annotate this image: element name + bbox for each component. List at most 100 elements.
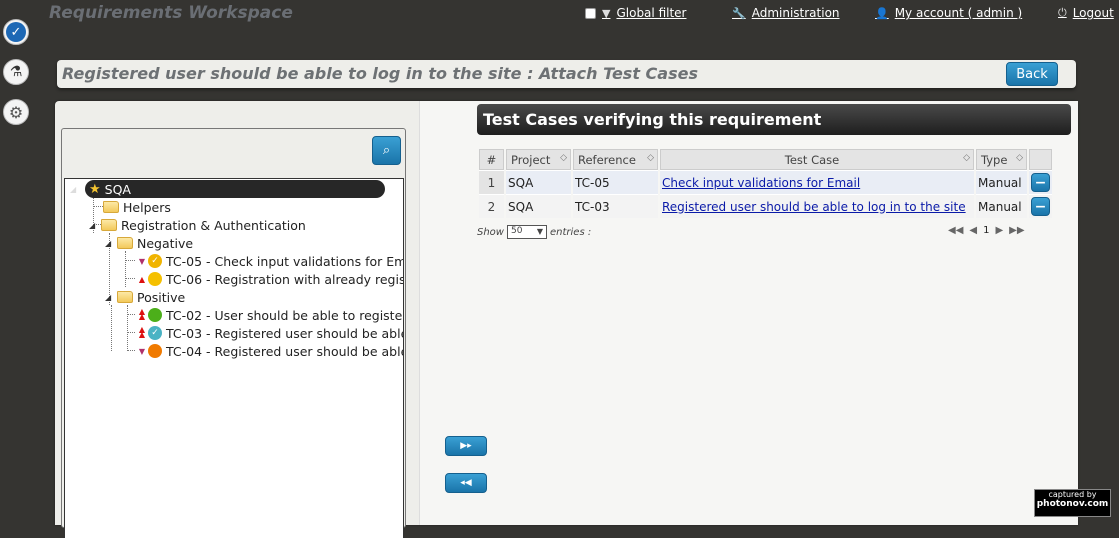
double-arrow-right-icon: ▶▸: [460, 441, 472, 451]
column-header-test-case[interactable]: Test Case ◇: [660, 149, 974, 170]
column-header-actions: [1029, 149, 1052, 170]
show-entries-control: Show 50 ▼ entries :: [477, 225, 591, 239]
tree-node-label: TC-02 - User should be able to register: [166, 307, 404, 323]
test-case-tree: ◢ ★ SQA Helpers ◢ Registration & Authent…: [64, 178, 404, 538]
tree-node-label: TC-06 - Registration with already regist…: [166, 271, 404, 287]
test-cases-table: # Project ◇ Reference ◇ Test Case ◇ Type ◇ 1…: [477, 149, 1054, 218]
watermark-line1: captured by: [1048, 490, 1097, 499]
back-button[interactable]: Back: [1006, 62, 1058, 86]
tree-folder-helpers[interactable]: Helpers: [103, 198, 171, 216]
priority-high-icon: ▲: [138, 274, 146, 284]
tree-node-label: Negative: [137, 235, 194, 251]
first-page-icon[interactable]: ◀◀: [948, 225, 963, 236]
rail-tests-button[interactable]: ⚗: [3, 59, 29, 85]
row-number: 2: [479, 194, 504, 218]
tree-testcase-tc03[interactable]: ▲ ▲ ✓ TC-03 - Registered user should be a…: [137, 324, 403, 342]
title-bar: Registered user should be able to log in…: [57, 60, 1076, 88]
next-page-icon[interactable]: ▶: [995, 225, 1003, 236]
row-type: Manual: [976, 194, 1027, 218]
entries-select[interactable]: 50 ▼: [506, 225, 547, 239]
detach-button[interactable]: ◂◀: [445, 473, 487, 493]
entries-value: 50: [510, 226, 523, 236]
administration-link[interactable]: 🔧 Administration: [732, 6, 840, 20]
show-label: Show: [477, 226, 504, 238]
remove-row-button[interactable]: −: [1031, 197, 1050, 216]
row-reference: TC-03: [573, 194, 658, 218]
priority-highest-icon: ▲ ▲: [138, 307, 146, 321]
sort-icon: ◇: [963, 153, 970, 163]
power-icon: ⏻: [1058, 6, 1067, 19]
tree-folder-negative[interactable]: ◢ Negative: [105, 234, 193, 252]
collapse-icon[interactable]: ◢: [70, 185, 80, 194]
priority-low-icon: ▼: [138, 256, 146, 266]
sort-icon: ◇: [560, 153, 567, 163]
row-number: 1: [479, 170, 504, 194]
prev-page-icon[interactable]: ◀: [969, 225, 977, 236]
test-case-link[interactable]: Check input validations for Email: [662, 176, 860, 190]
minus-icon: −: [1034, 198, 1047, 215]
tree-node-label: TC-04 - Registered user should be able t…: [166, 343, 403, 359]
tree-node-label: Positive: [137, 289, 186, 305]
my-account-link[interactable]: 👤 My account ( admin ): [875, 6, 1022, 20]
tree-folder-positive[interactable]: ◢ Positive: [105, 288, 185, 306]
attach-button[interactable]: ▶▸: [445, 436, 487, 456]
global-filter-checkbox[interactable]: [585, 7, 596, 19]
column-header-label: Project: [511, 152, 551, 167]
tree-node-label: Registration & Authentication: [121, 217, 306, 233]
priority-low-icon: ▼: [138, 346, 146, 356]
column-header-num[interactable]: #: [479, 149, 504, 170]
tree-panel: ⌕ ◢ ★ SQA Helpers ◢ Registration & Authe…: [61, 128, 406, 538]
column-header-reference[interactable]: Reference ◇: [573, 149, 658, 170]
global-filter-label: Global filter: [616, 6, 687, 20]
tree-node-label: Helpers: [123, 199, 171, 215]
logout-label: Logout: [1072, 6, 1114, 20]
tree-testcase-tc05[interactable]: ▼ ✓ TC-05 - Check input validations for …: [137, 252, 403, 270]
tree-testcase-tc04[interactable]: ▼ TC-04 - Registered user should be able…: [137, 342, 403, 360]
column-header-type[interactable]: Type ◇: [976, 149, 1027, 170]
sort-icon: ◇: [1016, 153, 1023, 163]
collapse-icon[interactable]: ◢: [89, 221, 99, 230]
status-circle-icon: [148, 344, 162, 358]
row-project: SQA: [506, 194, 571, 218]
column-header-label: Reference: [578, 152, 636, 167]
administration-label: Administration: [751, 6, 840, 20]
chevron-down-icon: ▼: [536, 227, 543, 236]
remove-row-button[interactable]: −: [1031, 173, 1050, 192]
rail-settings-button[interactable]: ⚙: [3, 99, 29, 125]
pagination: ◀◀ ◀ 1 ▶ ▶▶: [948, 225, 1025, 236]
test-case-link[interactable]: Registered user should be able to log in…: [662, 200, 966, 214]
column-header-project[interactable]: Project ◇: [506, 149, 571, 170]
main-panel: ⌕ ◢ ★ SQA Helpers ◢ Registration & Authe…: [55, 101, 1078, 538]
priority-highest-icon: ▲ ▲: [138, 325, 146, 339]
collapse-icon[interactable]: ◢: [105, 293, 115, 302]
table-row: 2 SQA TC-03 Registered user should be ab…: [479, 194, 1052, 218]
watermark: captured by photonov.com: [1034, 489, 1111, 517]
user-icon: 👤: [875, 6, 889, 20]
check-status-icon: ✓: [148, 254, 162, 268]
gears-icon: ⚙: [8, 102, 24, 122]
tree-node-label: TC-03 - Registered user should be able t…: [166, 325, 403, 341]
global-filter-link[interactable]: ▼ Global filter: [585, 6, 686, 20]
check-circle-icon: ✓: [6, 22, 26, 42]
search-button[interactable]: ⌕: [372, 136, 401, 165]
logout-link[interactable]: ⏻ Logout: [1058, 6, 1114, 20]
column-header-label: Type: [981, 152, 1008, 167]
folder-icon: [117, 237, 133, 249]
watermark-line2: photonov.com: [1036, 499, 1109, 509]
folder-icon: [103, 201, 119, 213]
tree-folder-registration-authentication[interactable]: ◢ Registration & Authentication: [89, 216, 306, 234]
folder-icon: [101, 219, 117, 231]
tree-testcase-tc02[interactable]: ▲ ▲ TC-02 - User should be able to regist…: [137, 306, 404, 324]
column-header-label: Test Case: [784, 152, 840, 167]
current-page[interactable]: 1: [983, 225, 989, 236]
collapse-icon[interactable]: ◢: [105, 239, 115, 248]
flask-icon: ⚗: [9, 64, 23, 80]
table-row: 1 SQA TC-05 Check input validations for …: [479, 170, 1052, 194]
row-reference: TC-05: [573, 170, 658, 194]
rail-requirements-button[interactable]: ✓: [3, 19, 29, 45]
double-arrow-left-icon: ◂◀: [460, 478, 472, 488]
status-circle-icon: [148, 272, 162, 286]
tree-root-sqa[interactable]: ◢ ★ SQA: [70, 180, 385, 198]
last-page-icon[interactable]: ▶▶: [1009, 225, 1024, 236]
tree-testcase-tc06[interactable]: ▲ TC-06 - Registration with already regi…: [137, 270, 404, 288]
